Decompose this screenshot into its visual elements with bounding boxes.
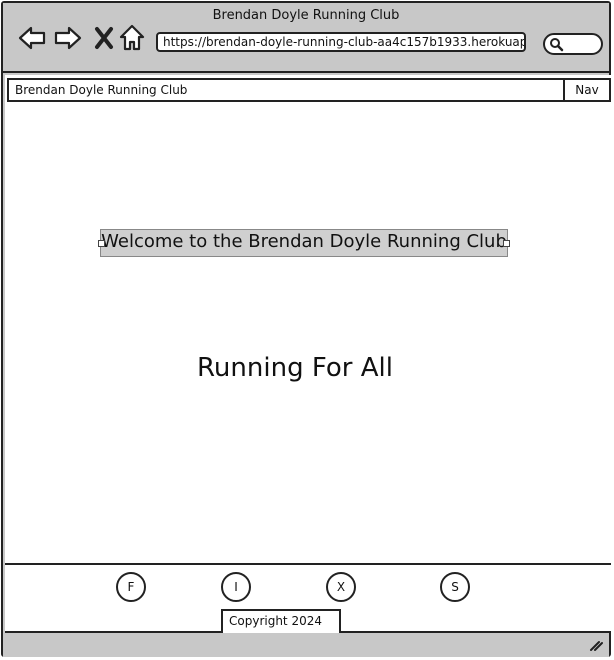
resize-grip-icon[interactable] [589, 639, 603, 651]
nav-button[interactable]: Nav [563, 80, 609, 100]
tagline: Running For All [197, 353, 393, 383]
status-bar [3, 633, 609, 657]
instagram-link[interactable]: I [221, 572, 251, 602]
welcome-heading: Welcome to the Brendan Doyle Running Clu… [98, 229, 510, 257]
x-link[interactable]: X [326, 572, 356, 602]
brand-name[interactable]: Brendan Doyle Running Club [15, 83, 187, 97]
home-icon[interactable] [117, 23, 147, 53]
social-s-link[interactable]: S [440, 572, 470, 602]
copyright-text: Copyright 2024 [221, 609, 341, 635]
close-x-icon[interactable] [89, 23, 119, 53]
window-title: Brendan Doyle Running Club [212, 8, 400, 23]
search-box[interactable] [543, 33, 603, 55]
welcome-text: Welcome to the Brendan Doyle Running Clu… [101, 231, 507, 252]
resize-handle-right [503, 240, 510, 247]
page-footer: F I X S Copyright 2024 [5, 563, 611, 635]
browser-chrome: Brendan Doyle Running Club https://brend… [3, 3, 609, 73]
url-bar[interactable]: https://brendan-doyle-running-club-aa4c1… [156, 32, 526, 52]
resize-handle-left [98, 240, 105, 247]
forward-arrow-icon[interactable] [53, 23, 83, 53]
back-arrow-icon[interactable] [17, 23, 47, 53]
top-navbar: Brendan Doyle Running Club Nav [7, 78, 611, 102]
facebook-link[interactable]: F [116, 572, 146, 602]
search-icon [550, 38, 564, 52]
page-content: Brendan Doyle Running Club Nav Welcome t… [5, 75, 611, 565]
browser-window: Brendan Doyle Running Club https://brend… [1, 1, 611, 657]
